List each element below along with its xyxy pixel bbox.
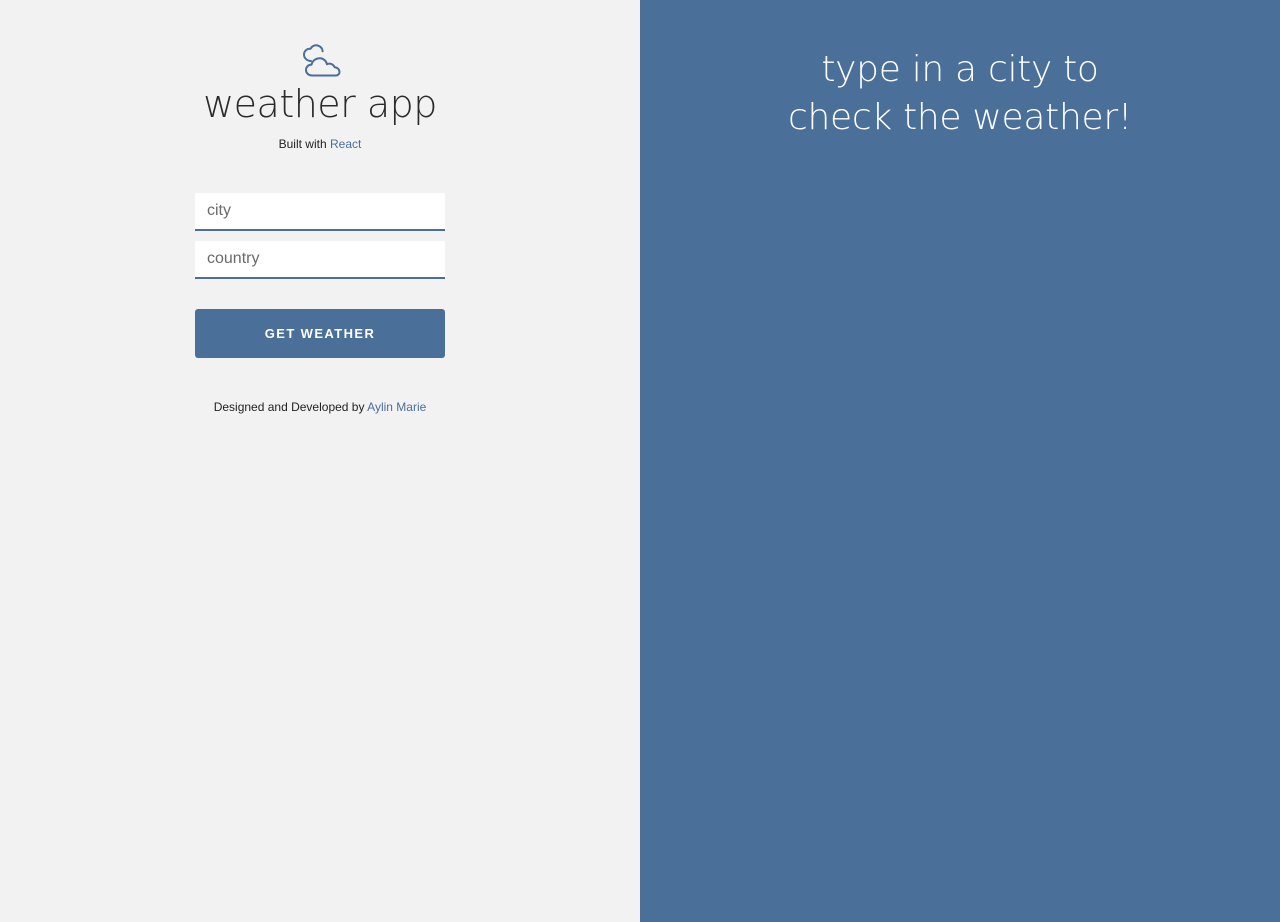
author-link[interactable]: Aylin Marie	[367, 400, 426, 414]
city-input[interactable]	[195, 193, 445, 231]
built-with-prefix: Built with	[278, 137, 327, 151]
credit-prefix: Designed and Developed by	[213, 400, 365, 414]
empty-state-prompt: type in a city to check the weather!	[640, 46, 1280, 142]
react-link[interactable]: React	[330, 137, 361, 151]
built-with-note: Built with React	[0, 136, 640, 152]
search-panel: weather app Built with React GET WEATHER…	[0, 0, 640, 922]
prompt-line-1: type in a city to	[821, 49, 1099, 90]
app-title: weather app	[203, 82, 437, 126]
country-input[interactable]	[195, 241, 445, 279]
get-weather-button[interactable]: GET WEATHER	[195, 309, 445, 358]
prompt-line-2: check the weather!	[788, 97, 1132, 138]
app-page: weather app Built with React GET WEATHER…	[0, 0, 1280, 922]
credits: Designed and Developed by Aylin Marie	[0, 399, 640, 415]
results-panel: type in a city to check the weather!	[640, 0, 1280, 922]
cloud-icon	[303, 44, 341, 77]
